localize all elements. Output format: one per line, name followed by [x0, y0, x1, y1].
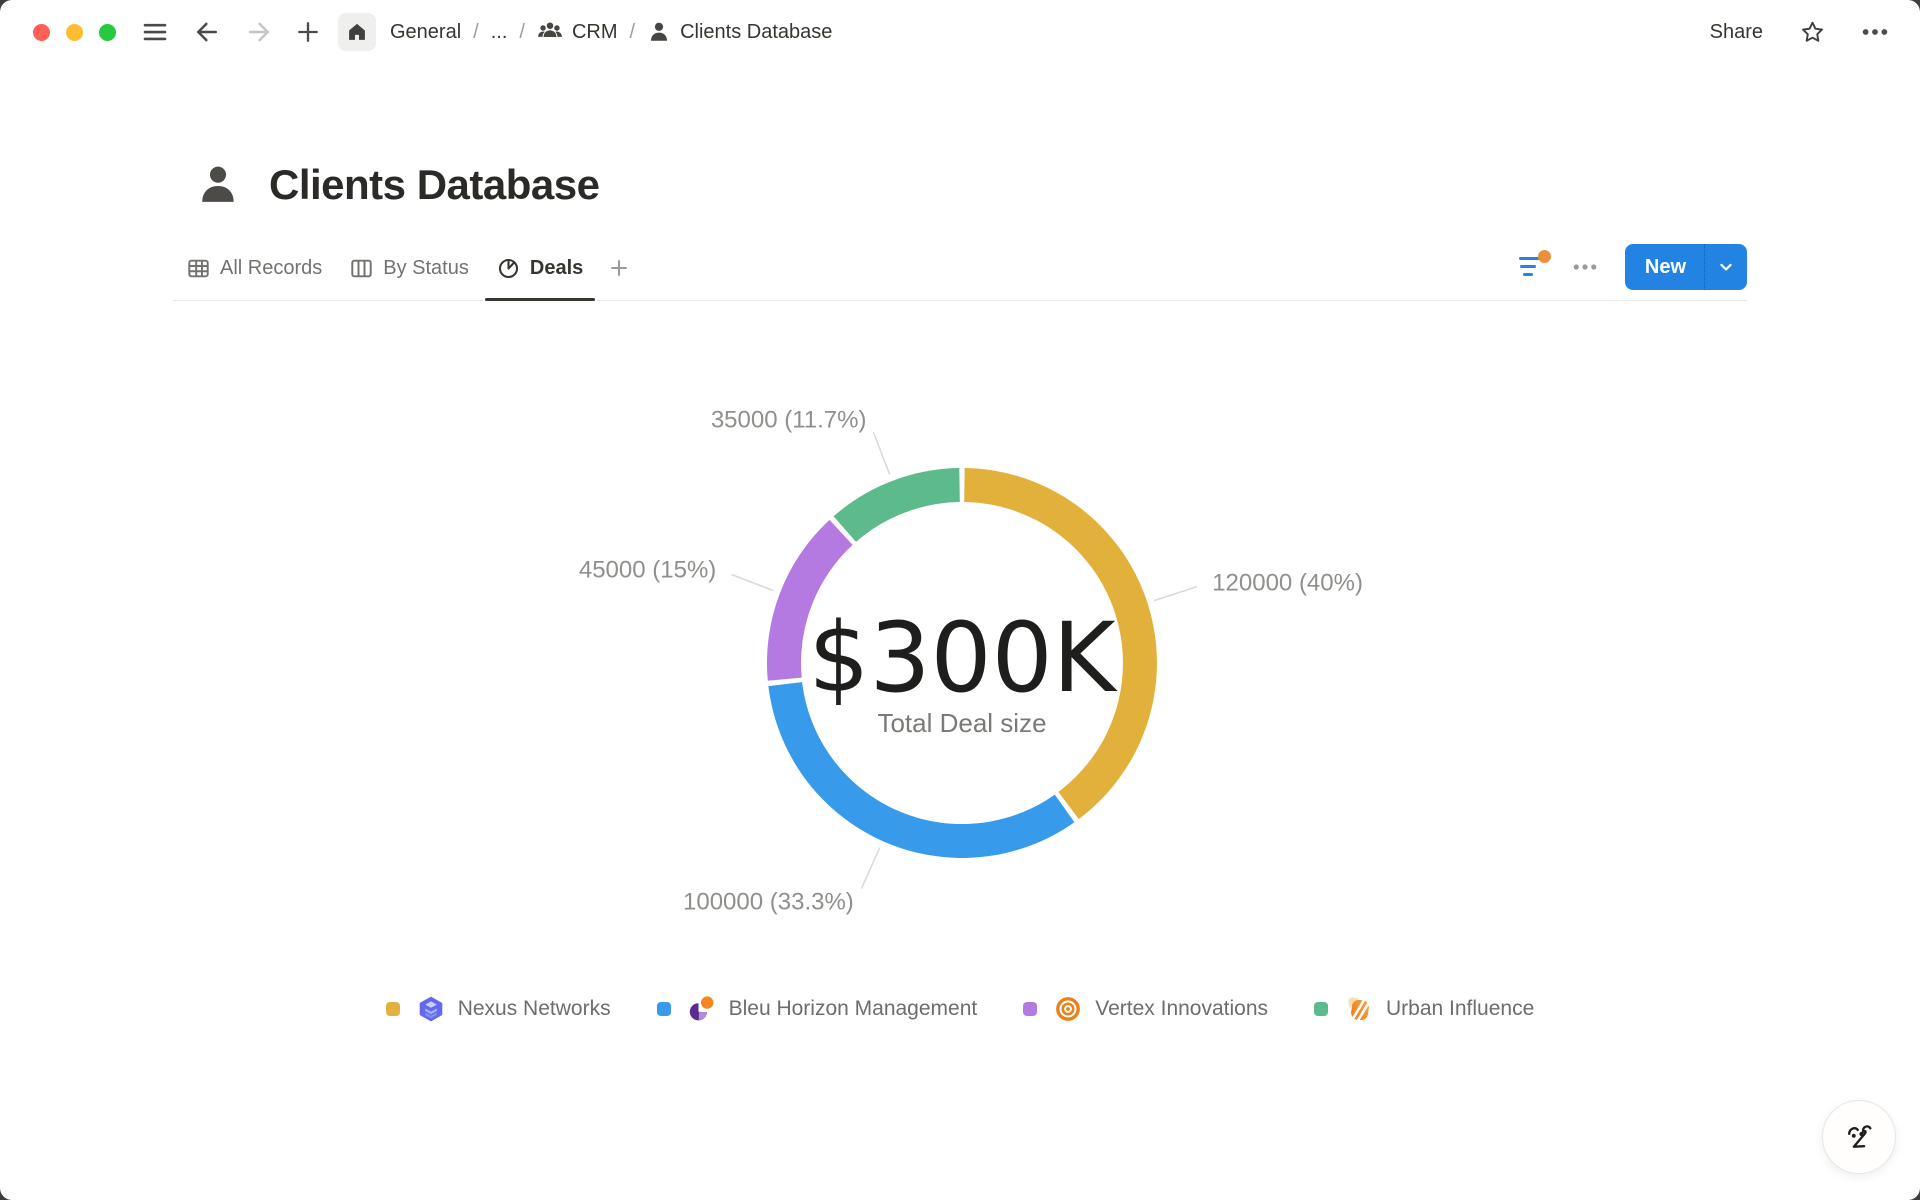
tab-label: All Records: [220, 257, 322, 280]
window-topbar: General / ... / CRM / Clients Database S…: [0, 0, 1920, 64]
donut-segment-bleu-horizon-management[interactable]: [768, 682, 1074, 858]
favorite-button[interactable]: [1799, 19, 1826, 46]
breadcrumb-label: Clients Database: [680, 21, 832, 44]
legend-item-nexus-networks[interactable]: Nexus Networks: [386, 995, 611, 1023]
breadcrumb-separator: /: [630, 21, 636, 44]
people-icon: [537, 19, 563, 45]
vertex-innovations-logo-icon: [1054, 995, 1082, 1023]
home-button[interactable]: [338, 13, 376, 51]
breadcrumb-item-clients-database[interactable]: Clients Database: [647, 20, 832, 44]
legend-item-vertex-innovations[interactable]: Vertex Innovations: [1023, 995, 1268, 1023]
urban-influence-logo-icon: [1345, 995, 1373, 1023]
slice-leader-line: [1154, 587, 1197, 601]
new-record-dropdown-button[interactable]: [1704, 244, 1747, 290]
breadcrumb-separator: /: [519, 21, 525, 44]
bleu-horizon-logo-icon: [688, 995, 716, 1023]
legend-swatch: [1023, 1002, 1037, 1016]
notion-ai-button[interactable]: [1822, 1100, 1896, 1174]
breadcrumb-item-crm[interactable]: CRM: [537, 19, 618, 45]
add-view-button[interactable]: [597, 242, 641, 300]
hamburger-icon: [140, 17, 170, 47]
person-icon: [647, 20, 671, 44]
page-content: Clients Database All Records By Status D…: [173, 156, 1747, 301]
view-controls: New: [1519, 244, 1747, 298]
filter-active-dot: [1538, 250, 1551, 263]
page-icon-person[interactable]: [195, 162, 241, 208]
legend-swatch: [386, 1002, 400, 1016]
new-record-button[interactable]: New: [1625, 244, 1704, 290]
breadcrumb-ellipsis[interactable]: ...: [491, 21, 508, 44]
legend-label: Nexus Networks: [458, 997, 611, 1021]
view-options-button[interactable]: [1571, 253, 1599, 281]
slice-value-label: 120000 (40%): [1212, 569, 1363, 596]
filter-icon-bar: [1523, 273, 1533, 276]
donut-segment-vertex-innovations[interactable]: [767, 520, 853, 681]
legend-item-urban-influence[interactable]: Urban Influence: [1314, 995, 1534, 1023]
tab-label: Deals: [530, 257, 583, 280]
share-button[interactable]: Share: [1710, 21, 1763, 44]
plus-icon: [294, 18, 322, 46]
new-record-split-button: New: [1625, 244, 1747, 290]
new-page-button[interactable]: [294, 18, 322, 46]
slice-value-label: 100000 (33.3%): [683, 888, 854, 915]
more-dots-icon: [1860, 17, 1890, 47]
legend-item-bleu-horizon-management[interactable]: Bleu Horizon Management: [657, 995, 978, 1023]
filter-sort-button[interactable]: [1519, 255, 1549, 279]
back-button[interactable]: [192, 17, 222, 47]
legend-swatch: [1314, 1002, 1328, 1016]
table-icon: [187, 257, 210, 280]
board-icon: [350, 257, 373, 280]
donut-segment-nexus-networks[interactable]: [964, 468, 1157, 819]
breadcrumb-separator: /: [473, 21, 479, 44]
page-title-row: Clients Database: [173, 156, 1747, 214]
legend-label: Urban Influence: [1386, 997, 1534, 1021]
breadcrumb: General / ... / CRM / Clients Database: [390, 19, 832, 45]
legend-label: Bleu Horizon Management: [729, 997, 978, 1021]
more-dots-icon: [1571, 253, 1599, 281]
slice-value-label: 35000 (11.7%): [711, 406, 867, 433]
breadcrumb-label: CRM: [572, 21, 618, 44]
sidebar-menu-button[interactable]: [140, 17, 170, 47]
close-window-button[interactable]: [33, 24, 50, 41]
slice-leader-line: [874, 432, 890, 474]
slice-leader-line: [862, 848, 880, 889]
slice-value-label: 45000 (15%): [579, 557, 716, 584]
arrow-right-icon: [244, 17, 274, 47]
chart-legend: Nexus Networks Bleu Horizon Management V…: [0, 995, 1920, 1023]
arrow-left-icon: [192, 17, 222, 47]
pie-chart-icon: [497, 257, 520, 280]
home-icon: [346, 21, 368, 43]
ai-face-icon: [1839, 1117, 1879, 1157]
donut-segment-urban-influence[interactable]: [834, 468, 960, 542]
forward-button[interactable]: [244, 17, 274, 47]
maximize-window-button[interactable]: [99, 24, 116, 41]
tab-label: By Status: [383, 257, 469, 280]
chart-center-value: $300K: [808, 602, 1117, 714]
breadcrumb-item-general[interactable]: General: [390, 21, 461, 44]
page-title[interactable]: Clients Database: [269, 161, 599, 209]
filter-icon-bar: [1520, 265, 1536, 268]
tab-all-records[interactable]: All Records: [173, 243, 336, 300]
star-icon: [1799, 19, 1826, 46]
legend-swatch: [657, 1002, 671, 1016]
nexus-networks-logo-icon: [417, 995, 445, 1023]
window-controls: [33, 24, 116, 41]
view-tabs-bar: All Records By Status Deals: [173, 242, 1747, 301]
tab-by-status[interactable]: By Status: [336, 243, 483, 300]
page-options-button[interactable]: [1860, 17, 1890, 47]
chevron-down-icon: [1716, 257, 1736, 277]
app-window: General / ... / CRM / Clients Database S…: [0, 0, 1920, 1200]
legend-label: Vertex Innovations: [1095, 997, 1268, 1021]
chart-center-label: Total Deal size: [877, 708, 1046, 738]
slice-leader-line: [731, 575, 773, 591]
topbar-actions: Share: [1710, 17, 1890, 47]
plus-icon: [607, 256, 631, 280]
minimize-window-button[interactable]: [66, 24, 83, 41]
tab-deals[interactable]: Deals: [483, 243, 597, 300]
